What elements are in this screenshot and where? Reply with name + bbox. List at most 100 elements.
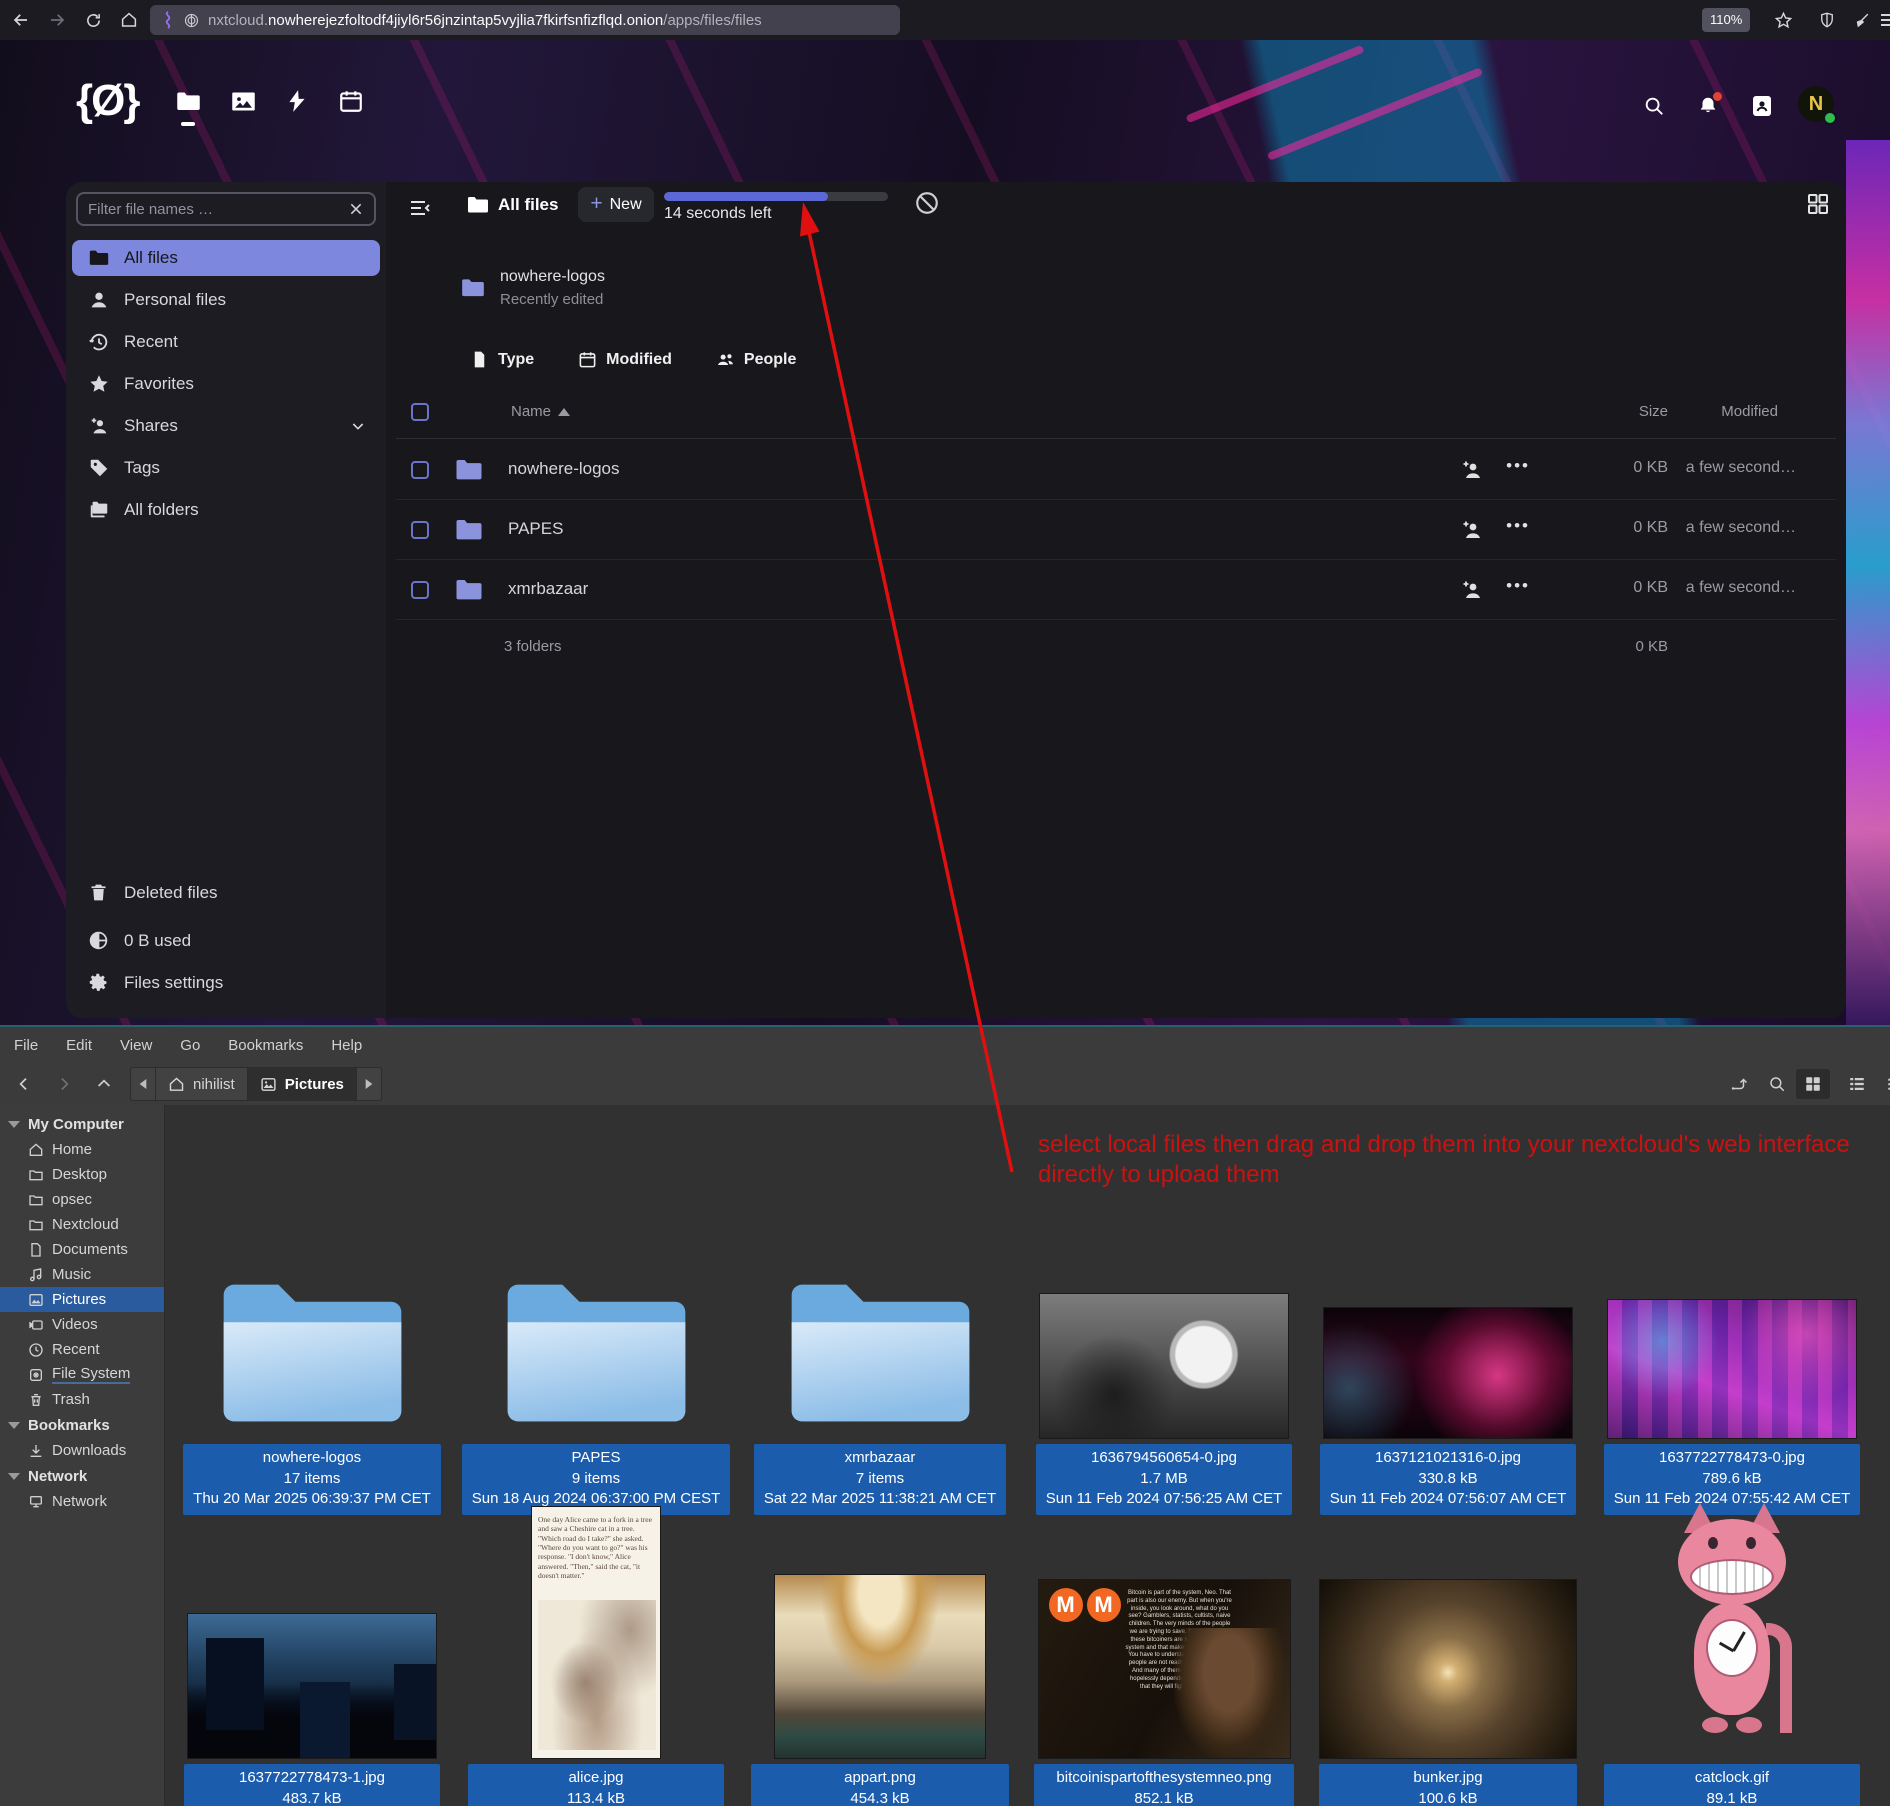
path-scroll-right-icon[interactable] <box>357 1068 381 1100</box>
app-photos-icon[interactable] <box>226 88 260 130</box>
menu-go[interactable]: Go <box>166 1037 214 1054</box>
table-row[interactable]: PAPES ••• 0 KB a few second… <box>396 500 1836 560</box>
section-my-computer[interactable]: My Computer <box>0 1111 164 1137</box>
sidebar-item-favorites[interactable]: Favorites <box>72 366 380 402</box>
row-checkbox[interactable] <box>411 581 429 599</box>
clear-filter-icon[interactable] <box>348 201 364 217</box>
filter-files-input[interactable] <box>88 201 348 218</box>
sidebar-item-recent[interactable]: Recent <box>72 324 380 360</box>
actions-menu-icon[interactable]: ••• <box>1506 576 1530 596</box>
menu-bookmarks[interactable]: Bookmarks <box>214 1037 317 1054</box>
cancel-upload-icon[interactable] <box>914 190 940 216</box>
grid-item-image[interactable]: 1637121021316-0.jpg 330.8 kB Sun 11 Feb … <box>1306 1145 1590 1515</box>
menu-view[interactable]: View <box>106 1037 166 1054</box>
column-header-size[interactable]: Size <box>1639 403 1668 420</box>
breadcrumb[interactable]: All files <box>498 195 558 215</box>
zoom-level-badge[interactable]: 110% <box>1702 8 1750 32</box>
sidebar-item-deleted-files[interactable]: Deleted files <box>88 882 218 903</box>
menu-hamburger-icon[interactable] <box>1874 5 1890 35</box>
column-header-modified[interactable]: Modified <box>1721 403 1778 420</box>
grid-item-image[interactable]: One day Alice came to a fork in a tree a… <box>454 1388 738 1806</box>
sidebar-item-network[interactable]: Network <box>0 1489 164 1514</box>
tor-circuit-icon[interactable] <box>160 11 176 29</box>
app-files-icon[interactable] <box>171 88 205 130</box>
new-button[interactable]: + New <box>578 187 654 222</box>
sidebar-item-downloads[interactable]: Downloads <box>0 1438 164 1463</box>
column-header-name[interactable]: Name <box>511 403 551 420</box>
sidebar-item-personal-files[interactable]: Personal files <box>72 282 380 318</box>
sidebar-item-tags[interactable]: Tags <box>72 450 380 486</box>
actions-menu-icon[interactable]: ••• <box>1506 516 1530 536</box>
share-icon[interactable] <box>1460 518 1484 542</box>
grid-item-folder[interactable]: xmrbazaar 7 items Sat 22 Mar 2025 11:38:… <box>738 1145 1022 1515</box>
chevron-down-icon[interactable] <box>350 418 366 434</box>
fm-forward-icon[interactable] <box>48 1069 80 1099</box>
grid-item-image[interactable]: 1637722778473-1.jpg 483.7 kB Sun 11 Feb … <box>170 1495 454 1806</box>
sidebar-toggle-icon[interactable] <box>408 196 432 220</box>
contacts-icon[interactable] <box>1746 90 1778 122</box>
back-icon[interactable] <box>6 5 36 35</box>
select-all-checkbox[interactable] <box>411 403 429 421</box>
grid-item-image[interactable]: M M Bitcoin is part of the system, Neo. … <box>1022 1495 1306 1806</box>
url-bar[interactable]: nxtcloud.nowherejezfoltodf4jiyl6r56jnzin… <box>150 5 900 35</box>
fm-up-icon[interactable] <box>88 1069 120 1099</box>
sidebar-item-videos[interactable]: Videos <box>0 1312 164 1337</box>
grid-item-folder[interactable]: nowhere-logos 17 items Thu 20 Mar 2025 0… <box>170 1145 454 1515</box>
grid-item-image[interactable]: bunker.jpg 100.6 kB Sun 15 Dec 2024 10:1… <box>1306 1495 1590 1806</box>
row-checkbox[interactable] <box>411 461 429 479</box>
new-tab-icon[interactable] <box>1722 1069 1756 1099</box>
user-avatar[interactable]: N <box>1798 86 1834 122</box>
sidebar-item-pictures[interactable]: Pictures <box>0 1287 164 1312</box>
grid-item-image[interactable]: catclock.gif 89.1 kB Sat 13 Jul 2024 09:… <box>1590 1388 1874 1806</box>
sidebar-item-home[interactable]: Home <box>0 1137 164 1162</box>
icon-view-toggle[interactable] <box>1796 1069 1830 1099</box>
sidebar-item-files-settings[interactable]: Files settings <box>88 972 223 993</box>
filter-chip-type[interactable]: Type <box>470 350 534 369</box>
section-network[interactable]: Network <box>0 1463 164 1489</box>
sidebar-item-trash[interactable]: Trash <box>0 1387 164 1412</box>
file-name[interactable]: nowhere-logos <box>508 459 620 479</box>
fm-back-icon[interactable] <box>8 1069 40 1099</box>
path-segment-home[interactable]: nihilist <box>156 1068 248 1100</box>
home-icon[interactable] <box>114 5 144 35</box>
table-row[interactable]: xmrbazaar ••• 0 KB a few second… <box>396 560 1836 620</box>
shield-icon[interactable] <box>1812 5 1842 35</box>
grid-item-image[interactable]: 1636794560654-0.jpg 1.7 MB Sun 11 Feb 20… <box>1022 1145 1306 1515</box>
filter-files-field[interactable] <box>76 192 376 226</box>
filter-chip-modified[interactable]: Modified <box>578 350 672 369</box>
menu-edit[interactable]: Edit <box>52 1037 106 1054</box>
sidebar-item-nextcloud[interactable]: Nextcloud <box>0 1212 164 1237</box>
path-scroll-left-icon[interactable] <box>131 1068 156 1100</box>
menu-help[interactable]: Help <box>317 1037 376 1054</box>
menu-file[interactable]: File <box>0 1037 52 1054</box>
sidebar-item-all-folders[interactable]: All folders <box>72 492 380 528</box>
sidebar-item-opsec[interactable]: opsec <box>0 1187 164 1212</box>
table-row[interactable]: nowhere-logos ••• 0 KB a few second… <box>396 440 1836 500</box>
fm-search-icon[interactable] <box>1760 1069 1794 1099</box>
reload-icon[interactable] <box>78 5 108 35</box>
toolbar-overflow-icon[interactable] <box>1878 1069 1890 1099</box>
bookmark-star-icon[interactable] <box>1768 5 1798 35</box>
section-bookmarks[interactable]: Bookmarks <box>0 1412 164 1438</box>
sidebar-item-shares[interactable]: Shares <box>72 408 380 444</box>
onion-icon[interactable] <box>184 13 199 28</box>
sidebar-item-music[interactable]: Music <box>0 1262 164 1287</box>
share-icon[interactable] <box>1460 458 1484 482</box>
search-icon[interactable] <box>1638 90 1670 122</box>
sidebar-item-all-files[interactable]: All files <box>72 240 380 276</box>
notifications-bell-icon[interactable] <box>1692 90 1724 122</box>
sidebar-item-quota[interactable]: 0 B used <box>88 930 191 951</box>
breadcrumb-folder-icon[interactable] <box>466 193 490 217</box>
row-checkbox[interactable] <box>411 521 429 539</box>
forward-icon[interactable] <box>42 5 72 35</box>
sidebar-item-documents[interactable]: Documents <box>0 1237 164 1262</box>
share-icon[interactable] <box>1460 578 1484 602</box>
cleaner-broom-icon[interactable] <box>1846 5 1876 35</box>
grid-view-toggle-icon[interactable] <box>1806 192 1830 216</box>
list-view-toggle[interactable] <box>1840 1069 1874 1099</box>
recommended-file-card[interactable]: nowhere-logos Recently edited <box>460 268 605 308</box>
app-calendar-icon[interactable] <box>334 88 368 130</box>
actions-menu-icon[interactable]: ••• <box>1506 456 1530 476</box>
sidebar-item-file-system[interactable]: File System <box>0 1362 164 1387</box>
sidebar-item-desktop[interactable]: Desktop <box>0 1162 164 1187</box>
